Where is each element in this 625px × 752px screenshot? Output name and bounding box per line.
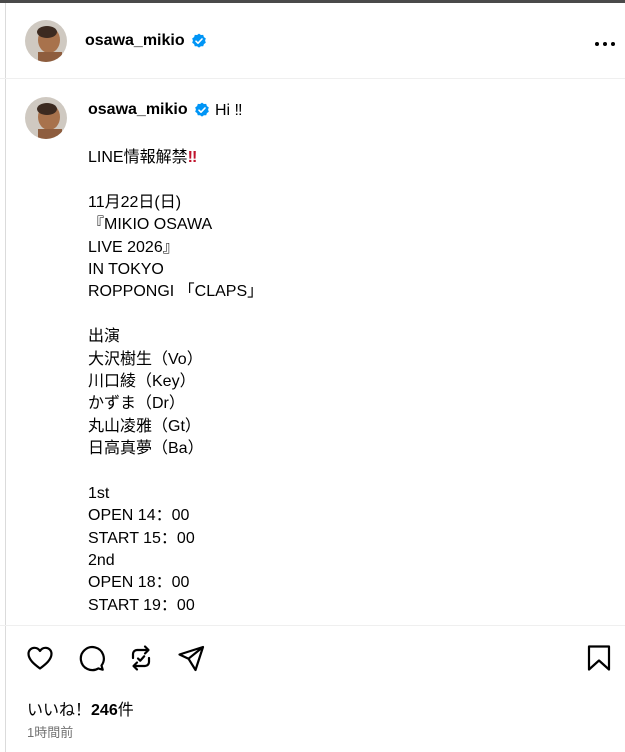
caption-line-text: LIVE 2026』 xyxy=(88,238,179,256)
caption-text: LINE情報解禁‼ 11月22日(日) 『MIKIO OSAWA LIVE 2026』… xyxy=(88,147,588,617)
caption-avatar[interactable] xyxy=(25,97,67,139)
caption-line: 1st xyxy=(88,483,588,505)
caption-line-text: START 19：00 xyxy=(88,596,195,614)
caption-line-text: 丸山凌雅（Gt） xyxy=(88,417,201,435)
post-caption-section: osawa_mikio Hi ‼︎ LINE情報解禁‼ 11月22日(日) 『MIK… xyxy=(0,79,625,626)
caption-line: かずま（Dr） xyxy=(88,393,588,415)
caption-line xyxy=(88,169,588,191)
caption-line: 日高真夢（Ba） xyxy=(88,438,588,460)
verified-badge-icon xyxy=(195,102,209,117)
caption-line: LIVE 2026』 xyxy=(88,237,588,259)
comment-icon[interactable] xyxy=(76,643,106,673)
caption-line-text: 川口綾（Key） xyxy=(88,372,196,390)
caption-line-text: OPEN 14：00 xyxy=(88,507,190,525)
repost-icon[interactable] xyxy=(126,643,156,673)
caption-line-text: 11月22日(日) xyxy=(88,193,182,211)
caption-line-text: かずま（Dr） xyxy=(88,395,185,413)
username[interactable]: osawa_mikio xyxy=(85,32,185,50)
caption-line: 11月22日(日) xyxy=(88,192,588,214)
caption-line-text: 大沢樹生（Vo） xyxy=(88,350,203,368)
caption-line-text: 2nd xyxy=(88,552,115,570)
caption-line-text: 『MIKIO OSAWA xyxy=(88,216,213,234)
caption-line-text: IN TOKYO xyxy=(88,260,164,278)
caption-line: 川口綾（Key） xyxy=(88,371,588,393)
like-suffix: 件 xyxy=(117,702,134,719)
caption-line: 2nd xyxy=(88,550,588,572)
caption-line: 出演 xyxy=(88,326,588,348)
caption-line-text: LINE情報解禁 xyxy=(88,149,188,166)
caption-line: OPEN 14：00 xyxy=(88,505,588,527)
heart-icon[interactable] xyxy=(25,643,55,673)
post-header: osawa_mikio xyxy=(0,3,625,79)
caption-line-text: ROPPONGI 「CLAPS」 xyxy=(88,283,264,301)
caption-line: START 19：00 xyxy=(88,595,588,617)
like-count[interactable]: いいね！246件 xyxy=(27,696,134,720)
caption-line: 大沢樹生（Vo） xyxy=(88,349,588,371)
caption-line: LINE情報解禁‼ xyxy=(88,147,588,169)
caption-line: 丸山凌雅（Gt） xyxy=(88,416,588,438)
caption-line-text: 日高真夢（Ba） xyxy=(88,440,204,458)
caption-line: ROPPONGI 「CLAPS」 xyxy=(88,281,588,303)
double-exclamation-icon: ‼ xyxy=(187,149,198,166)
caption-line-text: OPEN 18：00 xyxy=(88,574,190,592)
post-timestamp[interactable]: 1時間前 xyxy=(27,722,73,741)
caption-line: START 15：00 xyxy=(88,528,588,550)
caption-line: OPEN 18：00 xyxy=(88,572,588,594)
caption-line-text: 出演 xyxy=(88,328,121,346)
caption-line xyxy=(88,460,588,482)
caption-username[interactable]: osawa_mikio xyxy=(88,101,188,119)
caption-greeting: Hi ‼︎ xyxy=(215,102,243,119)
caption-line: IN TOKYO xyxy=(88,259,588,281)
caption-line-text: 1st xyxy=(88,484,110,502)
caption-line xyxy=(88,304,588,326)
share-icon[interactable] xyxy=(176,643,206,673)
avatar[interactable] xyxy=(25,20,67,62)
bookmark-icon[interactable] xyxy=(584,643,614,673)
like-prefix: いいね！ xyxy=(27,702,92,719)
more-options-icon[interactable] xyxy=(593,39,617,49)
like-number: 246 xyxy=(91,702,118,719)
caption-line-text: START 15：00 xyxy=(88,529,195,547)
action-bar xyxy=(0,633,625,683)
verified-badge-icon xyxy=(192,33,206,48)
caption-line: 『MIKIO OSAWA xyxy=(88,214,588,236)
